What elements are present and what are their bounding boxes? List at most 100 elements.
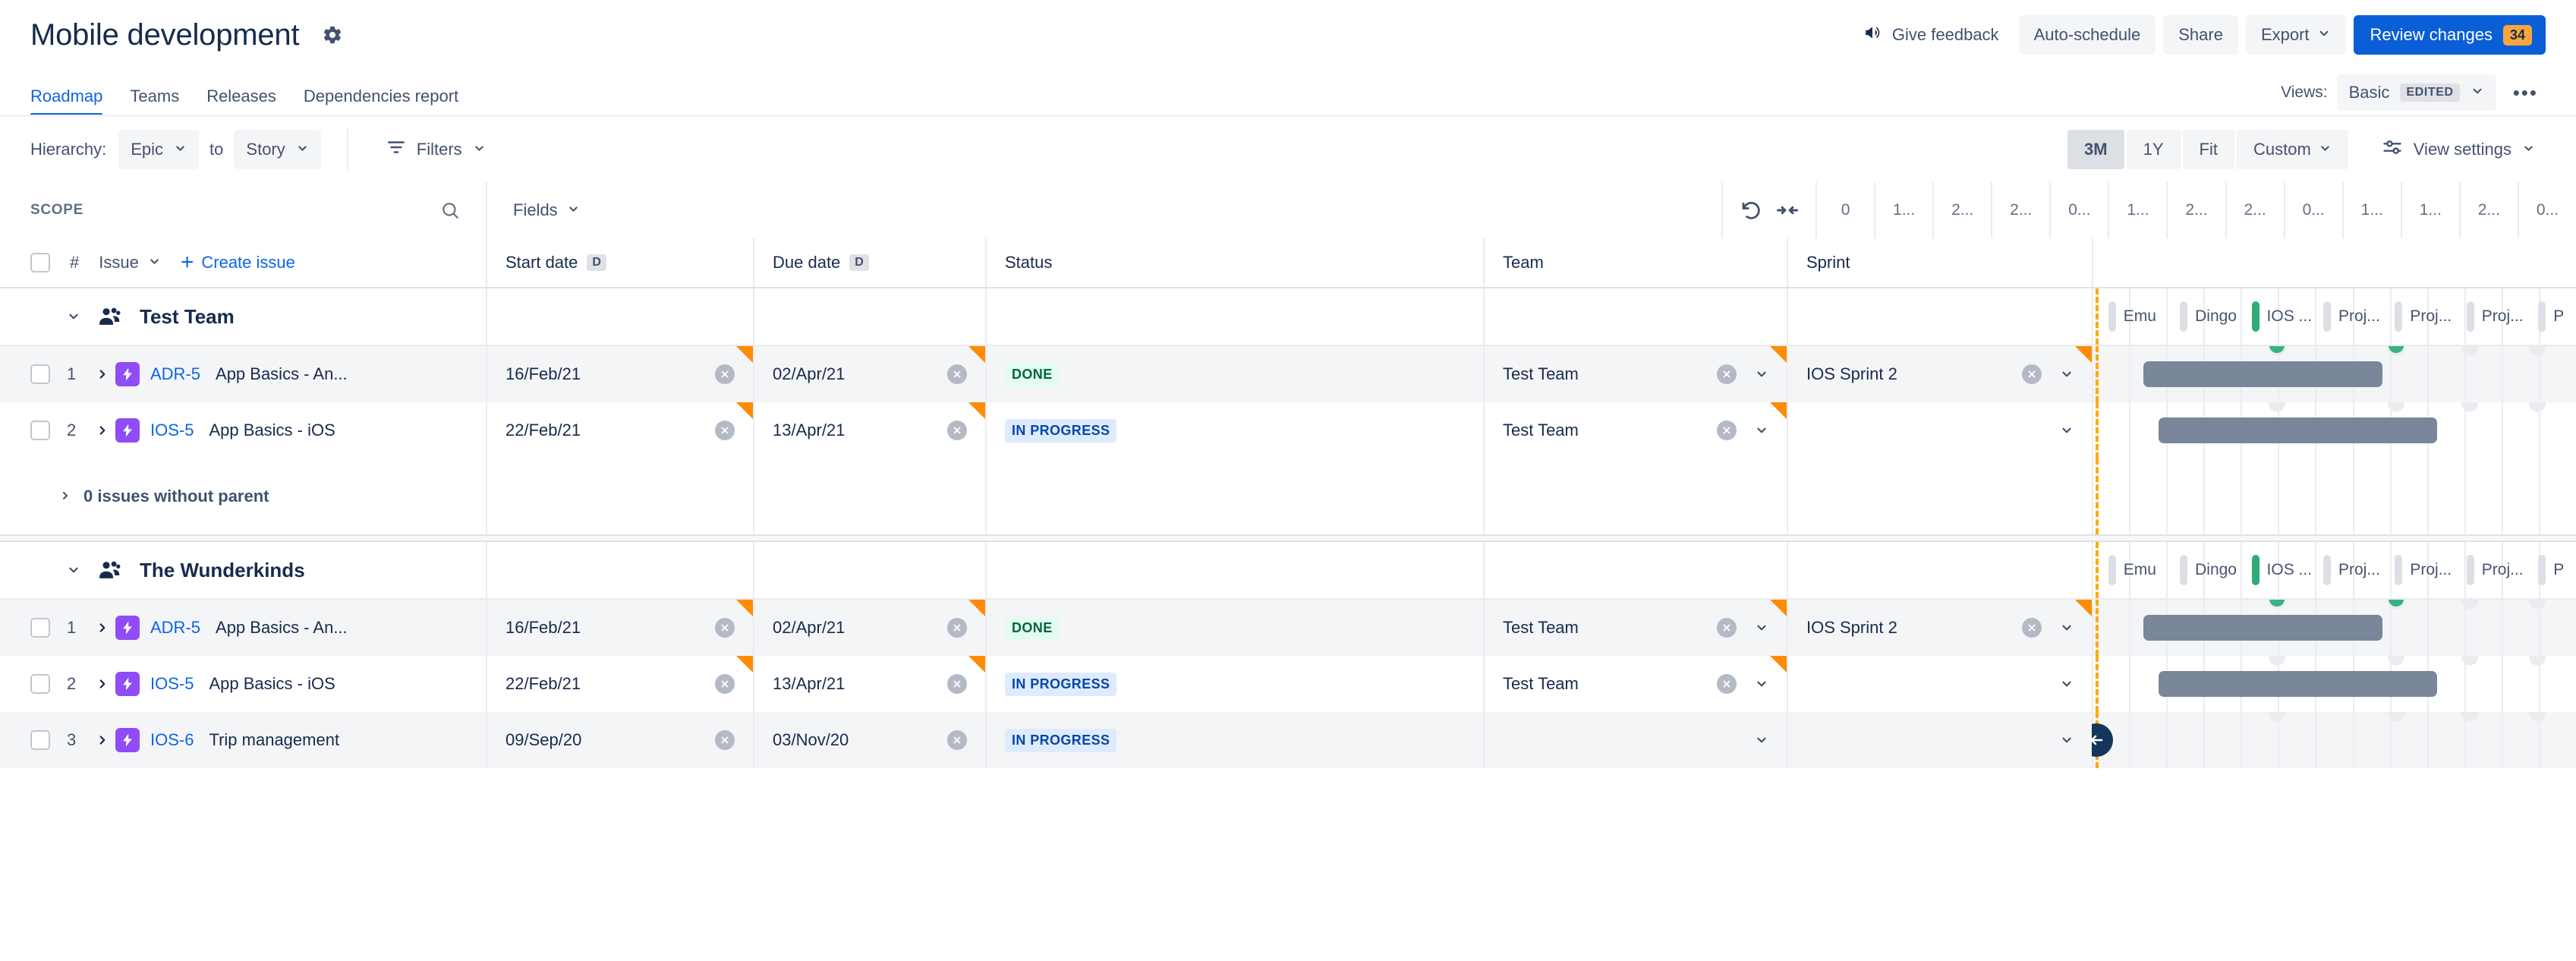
sprint-cell[interactable] [1787, 402, 2092, 458]
hierarchy-from-select[interactable]: Epic [118, 130, 200, 169]
tab-dependencies-report[interactable]: Dependencies report [304, 87, 458, 117]
team-cell[interactable] [1483, 712, 1787, 768]
timeline-row[interactable] [2092, 712, 2576, 768]
gantt-bar[interactable] [2143, 361, 2383, 387]
create-issue-button[interactable]: + Create issue [181, 251, 295, 274]
table-row[interactable]: 3 IOS-6 Trip management 09/Sep/20 03/Nov/20 I… [0, 712, 2576, 768]
tab-teams[interactable]: Teams [130, 87, 179, 117]
gantt-bar[interactable] [2159, 671, 2437, 697]
expand-issue-chevron-icon[interactable] [90, 621, 115, 635]
undo-icon[interactable] [1740, 199, 1762, 222]
open-dropdown-icon[interactable] [2060, 424, 2074, 437]
team-cell[interactable]: Test Team [1483, 402, 1787, 458]
team-cell[interactable]: Test Team [1483, 600, 1787, 656]
start-date-cell[interactable]: 16/Feb/21 [486, 346, 753, 402]
timeline-row[interactable] [2092, 346, 2576, 402]
start-date-cell[interactable]: 22/Feb/21 [486, 402, 753, 458]
due-date-cell[interactable]: 02/Apr/21 [753, 600, 985, 656]
team-column-header[interactable]: Team [1483, 238, 1787, 287]
collapse-group-chevron-icon[interactable] [67, 563, 80, 577]
clear-value-icon[interactable] [947, 421, 967, 440]
gantt-bar[interactable] [2143, 615, 2383, 641]
collapse-icon[interactable] [1776, 199, 1799, 222]
status-cell[interactable]: IN PROGRESS [985, 656, 1483, 712]
search-icon[interactable] [440, 200, 460, 220]
sprint-lane-chip[interactable]: P [2538, 555, 2564, 585]
status-column-header[interactable]: Status [985, 238, 1483, 287]
issue-key-link[interactable]: IOS-5 [150, 674, 194, 694]
export-button[interactable]: Export [2245, 15, 2346, 55]
give-feedback-button[interactable]: Give feedback [1851, 15, 2011, 55]
start-date-column-header[interactable]: Start date D [486, 238, 753, 287]
tab-roadmap[interactable]: Roadmap [30, 87, 103, 117]
clear-value-icon[interactable] [715, 730, 735, 750]
clear-value-icon[interactable] [715, 364, 735, 384]
clear-value-icon[interactable] [947, 674, 967, 694]
clear-value-icon[interactable] [1717, 364, 1737, 384]
sprint-cell[interactable]: IOS Sprint 2 [1787, 600, 2092, 656]
clear-value-icon[interactable] [715, 674, 735, 694]
expand-issue-chevron-icon[interactable] [90, 733, 115, 747]
sprint-lane-chip[interactable]: Emu [2108, 555, 2156, 585]
clear-value-icon[interactable] [715, 618, 735, 638]
issue-key-link[interactable]: ADR-5 [150, 364, 200, 384]
sprint-lane-chip[interactable]: IOS ... [2251, 301, 2312, 332]
sprint-column-header[interactable]: Sprint [1787, 238, 2092, 287]
row-checkbox[interactable] [30, 364, 50, 384]
sprint-cell[interactable]: IOS Sprint 2 [1787, 346, 2092, 402]
open-dropdown-icon[interactable] [2060, 733, 2074, 747]
clear-value-icon[interactable] [2022, 618, 2042, 638]
start-date-cell[interactable]: 22/Feb/21 [486, 656, 753, 712]
share-button[interactable]: Share [2163, 15, 2238, 55]
zoom-fit[interactable]: Fit [2182, 130, 2234, 169]
sprint-lane-chip[interactable]: Proj... [2466, 555, 2524, 585]
open-dropdown-icon[interactable] [2060, 621, 2074, 635]
status-cell[interactable]: IN PROGRESS [985, 402, 1483, 458]
sprint-cell[interactable] [1787, 656, 2092, 712]
status-cell[interactable]: DONE [985, 600, 1483, 656]
select-all-checkbox[interactable] [30, 253, 50, 273]
sprint-lane-chip[interactable]: Proj... [2395, 555, 2452, 585]
issue-key-link[interactable]: IOS-5 [150, 421, 194, 440]
zoom-1y[interactable]: 1Y [2126, 130, 2181, 169]
sprint-lane-chip[interactable]: Dingo [2180, 301, 2237, 332]
clear-value-icon[interactable] [947, 364, 967, 384]
status-cell[interactable]: IN PROGRESS [985, 712, 1483, 768]
issues-without-parent-toggle[interactable]: 0 issues without parent [0, 487, 269, 506]
tab-releases[interactable]: Releases [206, 87, 276, 117]
views-more-icon[interactable]: ••• [2505, 81, 2546, 105]
hierarchy-to-select[interactable]: Story [234, 130, 321, 169]
table-row[interactable]: 2 IOS-5 App Basics - iOS 22/Feb/21 13/Apr/21… [0, 656, 2576, 712]
sprint-lane-chip[interactable]: Proj... [2466, 301, 2524, 332]
sprint-lane-chip[interactable]: Dingo [2180, 555, 2237, 585]
status-cell[interactable]: DONE [985, 346, 1483, 402]
sprint-lane-chip[interactable]: Proj... [2395, 301, 2452, 332]
due-date-cell[interactable]: 13/Apr/21 [753, 656, 985, 712]
sprint-lane-chip[interactable]: IOS ... [2251, 555, 2312, 585]
collapse-group-chevron-icon[interactable] [67, 310, 80, 323]
expand-issue-chevron-icon[interactable] [90, 367, 115, 381]
sprint-cell[interactable] [1787, 712, 2092, 768]
clear-value-icon[interactable] [947, 618, 967, 638]
expand-issue-chevron-icon[interactable] [90, 424, 115, 437]
issue-column-header[interactable]: Issue [99, 253, 161, 273]
open-dropdown-icon[interactable] [2060, 677, 2074, 691]
start-date-cell[interactable]: 16/Feb/21 [486, 600, 753, 656]
due-date-cell[interactable]: 02/Apr/21 [753, 346, 985, 402]
zoom-3m[interactable]: 3M [2067, 130, 2124, 169]
clear-value-icon[interactable] [1717, 674, 1737, 694]
review-changes-button[interactable]: Review changes 34 [2353, 15, 2546, 55]
due-date-column-header[interactable]: Due date D [753, 238, 985, 287]
clear-value-icon[interactable] [947, 730, 967, 750]
view-settings-button[interactable]: View settings [2371, 130, 2546, 169]
open-dropdown-icon[interactable] [1755, 367, 1768, 381]
zoom-custom[interactable]: Custom [2236, 130, 2348, 169]
open-dropdown-icon[interactable] [1755, 733, 1768, 747]
open-dropdown-icon[interactable] [1755, 677, 1768, 691]
filters-button[interactable]: Filters [374, 130, 498, 169]
sprint-lane-chip[interactable]: Proj... [2322, 555, 2380, 585]
clear-value-icon[interactable] [1717, 618, 1737, 638]
due-date-cell[interactable]: 13/Apr/21 [753, 402, 985, 458]
fields-button[interactable]: Fields [513, 200, 580, 220]
clear-value-icon[interactable] [1717, 421, 1737, 440]
